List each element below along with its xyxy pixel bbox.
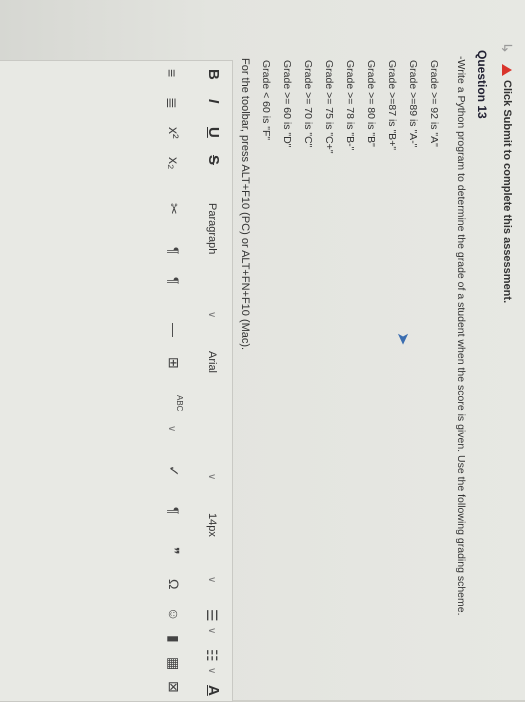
chevron-down-icon[interactable]: ∨	[206, 667, 217, 674]
editor-toolbar: B I U S Paragraph ∨ Arial ∨ 14px ∨ ☰ ∨ ☷…	[0, 60, 233, 702]
bold-button[interactable]: B	[205, 69, 222, 80]
align-left-icon[interactable]: ≡	[164, 69, 180, 77]
horizontal-line-icon[interactable]: —	[166, 323, 182, 337]
quote-icon[interactable]: ❞	[165, 547, 182, 555]
toolbar-row-1: B I U S Paragraph ∨ Arial ∨ 14px ∨ ☰ ∨ ☷…	[194, 61, 228, 701]
warning-icon	[501, 64, 512, 76]
font-size-select[interactable]: 14px	[206, 513, 218, 537]
toolbar-row-2: ≡ ≣ x² x₂ ✂ ¶ ¶ — ⊞ ABC ∨ ✓ ¶ ❞ Ω ☺ ▮ ▦ …	[154, 61, 188, 701]
spellcheck-button[interactable]: ABC	[175, 395, 184, 411]
omega-icon[interactable]: Ω	[166, 579, 182, 589]
back-arrow-icon[interactable]: ↳	[498, 42, 515, 54]
align-right-icon[interactable]: ≣	[163, 97, 180, 109]
ltr-paragraph-icon[interactable]: ¶	[166, 247, 182, 255]
chevron-down-icon[interactable]: ∨	[206, 627, 217, 634]
grade-line: Grade >=87 is "B+"	[386, 60, 398, 151]
grade-line: Grade >=89 is "A-"	[407, 60, 419, 148]
strikethrough-button[interactable]: S	[205, 155, 222, 165]
grade-line: Grade < 60 is "F"	[260, 60, 272, 141]
submit-notice: Click Submit to complete this assessment…	[501, 64, 513, 303]
grade-line: Grade >= 70 is "C"	[302, 60, 314, 148]
underline-button[interactable]: U	[205, 127, 222, 138]
font-select[interactable]: Arial	[206, 351, 218, 373]
checkmark-icon[interactable]: ✓	[165, 465, 182, 477]
chevron-down-icon[interactable]: ∨	[166, 425, 177, 432]
grade-line: Grade >= 60 is "D"	[281, 60, 293, 148]
text-color-button[interactable]: A	[205, 685, 222, 696]
subscript-button[interactable]: x₂	[166, 157, 182, 169]
insert-plus-icon[interactable]: ⊞	[165, 357, 182, 369]
grade-line: Grade >= 78 is "B-"	[344, 60, 356, 151]
pilcrow-icon[interactable]: ¶	[166, 507, 182, 515]
chevron-down-icon[interactable]: ∨	[206, 473, 217, 480]
chevron-down-icon[interactable]: ∨	[206, 311, 217, 318]
image-icon[interactable]: ⊠	[165, 681, 182, 693]
toolbar-hint: For the toolbar, press ALT+F10 (PC) or A…	[239, 58, 251, 351]
numbered-list-icon[interactable]: ☷	[203, 649, 220, 662]
screen: ↳ Click Submit to complete this assessme…	[0, 0, 525, 702]
table-icon[interactable]: ▦	[165, 657, 182, 670]
grade-line: Grade >= 75 is "C+"	[323, 60, 335, 154]
paragraph-select[interactable]: Paragraph	[206, 203, 218, 254]
emoji-icon[interactable]: ☺	[166, 607, 182, 621]
chevron-down-icon[interactable]: ∨	[206, 576, 217, 583]
grade-line: Grade >= 92 is "A"	[428, 60, 440, 147]
grade-line: Grade >= 80 is "B"	[365, 60, 377, 147]
mouse-cursor-icon: ➤	[394, 332, 411, 346]
clear-format-icon[interactable]: ✂	[165, 203, 182, 215]
question-title: Question 13	[475, 50, 489, 119]
question-text: -Write a Python program to determine the…	[455, 56, 467, 616]
bullet-list-icon[interactable]: ☰	[203, 609, 220, 622]
italic-button[interactable]: I	[205, 99, 222, 103]
superscript-button[interactable]: x²	[166, 127, 182, 139]
rotated-page: ↳ Click Submit to complete this assessme…	[0, 0, 525, 702]
rtl-paragraph-icon[interactable]: ¶	[166, 277, 182, 285]
media-icon[interactable]: ▮	[165, 635, 182, 643]
